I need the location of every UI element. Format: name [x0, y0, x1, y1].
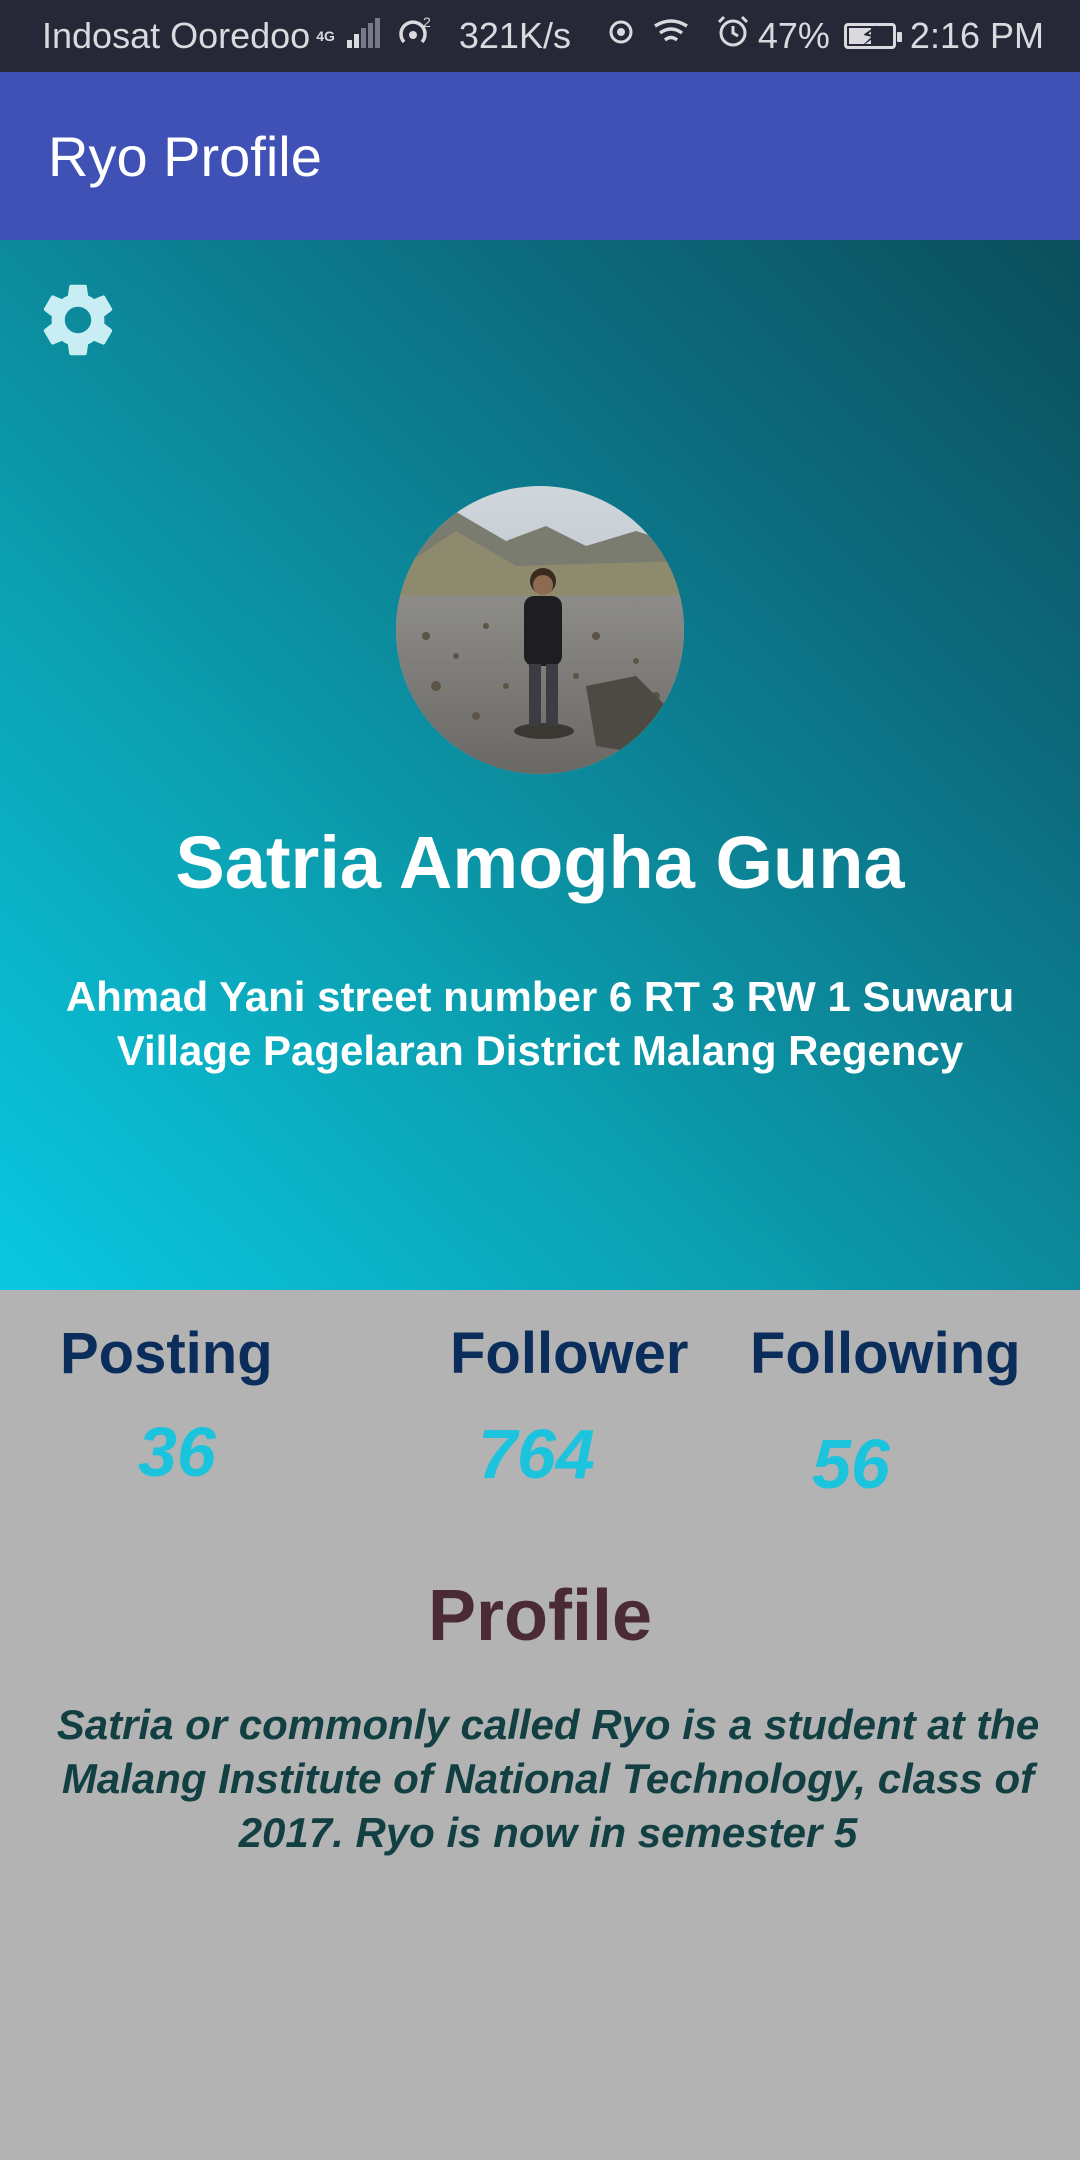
user-address: Ahmad Yani street number 6 RT 3 RW 1 Suw… — [65, 973, 1015, 1074]
battery-percent: 47% — [757, 15, 830, 56]
app-title: Ryo Profile — [48, 124, 322, 188]
profile-section-title: Profile — [427, 1576, 653, 1656]
clock: 2:16 PM — [909, 15, 1044, 56]
posting-count: 36 — [138, 1413, 216, 1491]
profile-bio: Satria or commonly called Ryo is a stude… — [56, 1701, 1040, 1856]
following-label: Following — [750, 1321, 1021, 1386]
status-bar-left: Indosat Ooredoo 4G 2 321K/s — [42, 14, 708, 58]
nfc-icon — [605, 15, 637, 57]
charging-bolt-icon: ⚡ — [859, 21, 880, 52]
network-speed: 321K/s — [458, 15, 571, 56]
following-count: 56 — [812, 1425, 890, 1503]
status-bar-right: 47% ⚡ 2:16 PM — [708, 15, 1044, 58]
hotspot-icon: 2 — [397, 14, 433, 58]
app-bar: Ryo Profile — [0, 72, 1080, 240]
network-type-badge: 4G — [316, 29, 335, 43]
profile-header: Satria Amogha Guna Ahmad Yani street num… — [0, 240, 1080, 1290]
status-bar: Indosat Ooredoo 4G 2 321K/s 47% ⚡ 2:16 P… — [0, 0, 1080, 72]
gear-icon — [43, 284, 113, 356]
user-name: Satria Amogha Guna — [175, 821, 905, 904]
posting-label: Posting — [60, 1321, 273, 1386]
avatar[interactable] — [396, 486, 684, 774]
alarm-icon — [716, 15, 750, 58]
signal-icon — [346, 15, 381, 57]
carrier-name: Indosat Ooredoo — [42, 15, 311, 56]
settings-button[interactable] — [34, 276, 122, 364]
wifi-icon — [653, 15, 689, 57]
hotspot-count: 2 — [423, 15, 431, 30]
follower-label: Follower — [450, 1321, 689, 1386]
battery-icon: ⚡ — [843, 21, 902, 52]
avatar-photo — [396, 486, 684, 774]
follower-count: 764 — [478, 1415, 595, 1493]
network-type-label: 4G — [316, 28, 335, 44]
